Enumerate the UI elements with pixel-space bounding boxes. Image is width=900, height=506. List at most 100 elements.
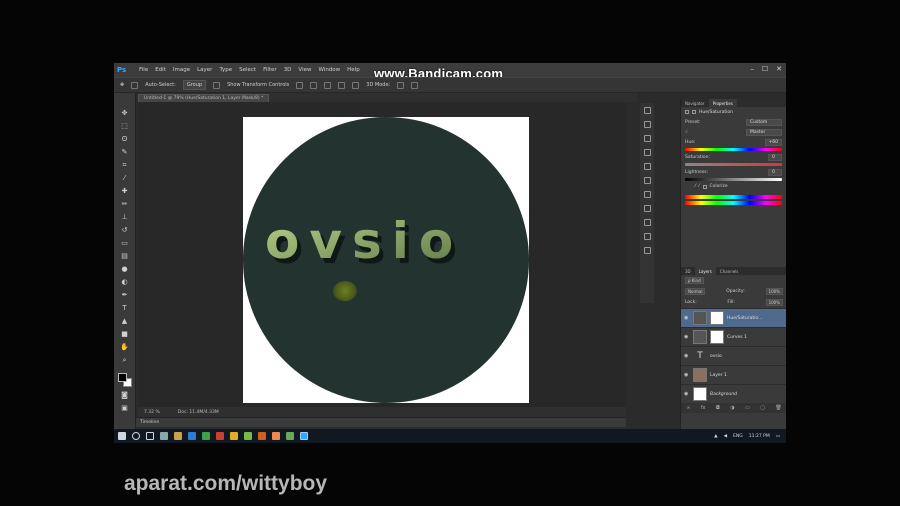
layer-mask-thumbnail[interactable] (710, 311, 724, 325)
start-icon[interactable] (118, 432, 126, 440)
notifications-icon[interactable]: ▭ (776, 434, 780, 439)
new-adjustment-icon[interactable]: ◑ (730, 405, 734, 411)
lightness-slider[interactable] (685, 178, 782, 181)
move-tool-icon[interactable]: ✥ (120, 82, 124, 88)
color-swatches[interactable] (117, 373, 132, 387)
brush-panel-icon[interactable] (643, 135, 651, 142)
tab-navigator[interactable]: Navigator (681, 99, 709, 107)
auto-select-checkbox[interactable] (131, 81, 139, 89)
eyedropper-add-icon[interactable]: ⁄ (695, 184, 696, 189)
layer-mask-thumbnail[interactable] (710, 330, 724, 344)
pen-icon[interactable]: ✒ (120, 291, 129, 300)
taskbar-app-icon[interactable] (258, 432, 266, 440)
clone-stamp-icon[interactable]: ⊥ (120, 213, 129, 222)
menu-image[interactable]: Image (173, 67, 190, 73)
libraries-icon[interactable] (643, 247, 651, 254)
fx-icon[interactable]: fx (701, 405, 706, 411)
photoshop-taskbar-icon[interactable] (300, 432, 308, 440)
preset-dropdown[interactable]: Custom (746, 118, 782, 126)
align-top-icon[interactable] (296, 81, 304, 89)
network-icon[interactable]: ▲ (714, 434, 717, 439)
align-bottom-icon[interactable] (324, 81, 332, 89)
gradient-icon[interactable]: ▤ (120, 252, 129, 261)
lasso-icon[interactable]: ʘ (120, 135, 129, 144)
actions-icon[interactable] (643, 121, 651, 128)
hue-input[interactable]: +60 (764, 138, 782, 146)
taskbar-app-icon[interactable] (286, 432, 294, 440)
taskbar-app-icon[interactable] (202, 432, 210, 440)
blend-mode-dropdown[interactable]: Normal (685, 288, 706, 295)
zoom-icon[interactable]: ⌕ (120, 356, 129, 365)
colorize-checkbox[interactable] (702, 184, 707, 189)
new-group-icon[interactable]: ▭ (745, 405, 750, 411)
close-icon[interactable]: ✕ (776, 65, 782, 73)
dodge-icon[interactable]: ◐ (120, 278, 129, 287)
layer-row[interactable]: ◉ Curves 1 (681, 327, 786, 346)
eyedropper-subtract-icon[interactable]: ⁄ (699, 184, 700, 189)
type-icon[interactable]: T (120, 304, 129, 313)
3d-rotate-icon[interactable] (397, 81, 405, 89)
layer-row[interactable]: ◉ T ovsio (681, 346, 786, 365)
saturation-slider[interactable] (685, 163, 782, 166)
path-select-icon[interactable]: ▲ (120, 317, 129, 326)
saturation-input[interactable]: 0 (768, 153, 782, 161)
shape-icon[interactable]: ■ (120, 330, 129, 339)
menu-layer[interactable]: Layer (197, 67, 212, 73)
new-layer-icon[interactable]: ▢ (760, 405, 765, 411)
taskbar-app-icon[interactable] (244, 432, 252, 440)
hue-slider[interactable] (685, 148, 782, 151)
file-explorer-icon[interactable] (174, 432, 182, 440)
layer-row[interactable]: ◉ Layer 1 (681, 365, 786, 384)
tab-layers[interactable]: Layers (694, 267, 716, 275)
menu-edit[interactable]: Edit (155, 67, 166, 73)
paragraph-icon[interactable] (643, 177, 651, 184)
healing-brush-icon[interactable]: ✚ (120, 187, 129, 196)
timeline-panel[interactable]: Timeline (136, 417, 626, 427)
document-tab[interactable]: Untitled-1 @ 79% (Hue/Saturation 1, Laye… (138, 93, 270, 102)
store-icon[interactable] (188, 432, 196, 440)
transform-controls-checkbox[interactable] (213, 81, 221, 89)
layer-row[interactable]: ◉ Background (681, 384, 786, 403)
eye-icon[interactable]: ◉ (684, 372, 690, 378)
eye-icon[interactable]: ◉ (684, 353, 690, 359)
spectrum-bar-bottom[interactable] (685, 201, 782, 205)
eraser-icon[interactable]: ▭ (120, 239, 129, 248)
fill-input[interactable]: 100% (765, 299, 783, 306)
menu-window[interactable]: Window (318, 67, 340, 73)
mask-icon[interactable] (692, 110, 696, 114)
move-icon[interactable]: ✥ (120, 109, 129, 118)
menu-filter[interactable]: Filter (263, 67, 277, 73)
taskbar-app-icon[interactable] (160, 432, 168, 440)
brush-presets-icon[interactable] (643, 149, 651, 156)
menu-help[interactable]: Help (347, 67, 360, 73)
minimize-icon[interactable]: – (750, 65, 754, 73)
character-icon[interactable] (643, 163, 651, 170)
distribute-horizontal-icon[interactable] (352, 81, 360, 89)
eye-icon[interactable]: ◉ (684, 391, 690, 397)
marquee-icon[interactable]: ⬚ (120, 122, 129, 131)
taskbar-app-icon[interactable] (216, 432, 224, 440)
search-icon[interactable] (132, 432, 140, 440)
opacity-input[interactable]: 100% (765, 288, 783, 295)
lightness-input[interactable]: 0 (768, 168, 782, 176)
crop-icon[interactable]: ⌗ (120, 161, 129, 170)
channel-dropdown[interactable]: Master (746, 128, 782, 136)
tab-channels[interactable]: Channels (716, 267, 743, 275)
zoom-level[interactable]: 7.32 % (144, 410, 160, 415)
volume-icon[interactable]: ◀ (724, 434, 727, 439)
document-canvas[interactable]: ovsio ovsio (243, 117, 529, 403)
trash-icon[interactable]: 🗑 (775, 405, 781, 411)
hand-icon[interactable]: ✋ (120, 343, 129, 352)
foreground-color-swatch[interactable] (117, 373, 127, 382)
tab-3d[interactable]: 3D (681, 267, 695, 275)
targeted-adjustment-icon[interactable]: ☝ (685, 130, 688, 135)
info-icon[interactable] (643, 191, 651, 198)
tab-properties[interactable]: Properties (708, 99, 737, 107)
3d-pan-icon[interactable] (411, 81, 419, 89)
menu-3d[interactable]: 3D (284, 67, 292, 73)
blur-icon[interactable]: ● (120, 265, 129, 274)
menu-select[interactable]: Select (239, 67, 256, 73)
swatches-icon[interactable] (643, 205, 651, 212)
history-icon[interactable] (643, 107, 651, 114)
quick-mask-icon[interactable]: ◙ (120, 391, 129, 400)
